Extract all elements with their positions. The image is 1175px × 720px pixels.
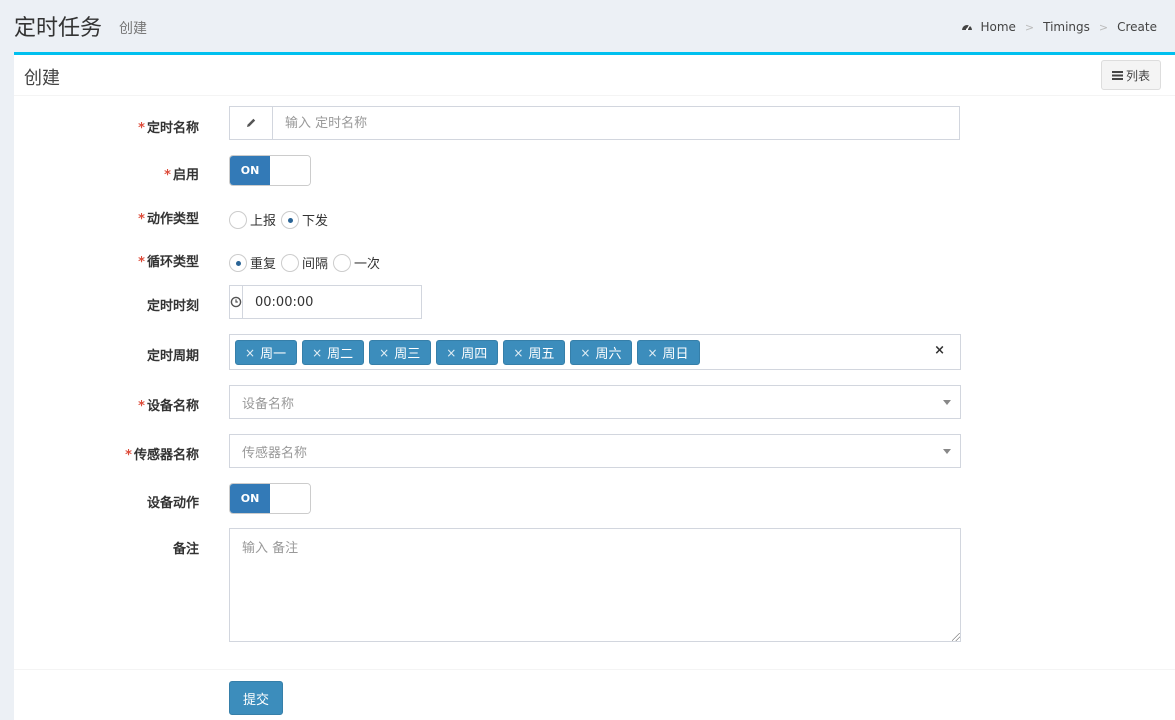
resize-grip-icon[interactable] — [952, 633, 960, 641]
sensor-select[interactable]: 传感器名称 — [229, 434, 961, 468]
tag-remove-icon[interactable]: × — [245, 346, 255, 360]
tag-thu: × 周四 — [436, 340, 499, 365]
device-select[interactable]: 设备名称 — [229, 385, 961, 419]
page-header: 定时任务 创建 Home > Timings > Create — [0, 0, 1175, 52]
enabled-label: * 启用 — [164, 168, 199, 183]
tag-remove-icon[interactable]: × — [580, 346, 590, 360]
form-footer: 提交 — [14, 669, 1175, 720]
breadcrumb-timings[interactable]: Timings — [1043, 20, 1090, 34]
box-title: 创建 — [24, 68, 60, 89]
radio-send[interactable]: 下发 — [281, 210, 328, 229]
action-type-label: * 动作类型 — [138, 212, 199, 227]
tag-remove-icon[interactable]: × — [647, 346, 657, 360]
radio-report[interactable]: 上报 — [229, 210, 276, 229]
time-label: 定时时刻 — [146, 299, 199, 314]
page-title: 定时任务 — [14, 16, 103, 41]
time-input-group — [229, 285, 437, 319]
page-subtitle: 创建 — [119, 21, 147, 37]
tag-sat: × 周六 — [570, 340, 633, 365]
name-label: * 定时名称 — [138, 121, 199, 136]
breadcrumb-create: Create — [1117, 20, 1157, 34]
period-label: 定时周期 — [146, 349, 199, 364]
dashboard-icon — [962, 24, 973, 31]
sensor-label: * 传感器名称 — [125, 448, 199, 463]
sensor-select-placeholder: 传感器名称 — [242, 445, 308, 461]
enabled-switch-on: ON — [230, 156, 270, 185]
caret-down-icon — [943, 449, 951, 454]
tag-remove-icon[interactable]: × — [513, 346, 523, 360]
submit-button[interactable]: 提交 — [229, 681, 283, 715]
loop-type-radios: 重复 间隔 一次 — [229, 253, 385, 272]
remark-textarea[interactable] — [229, 528, 961, 642]
breadcrumb-separator: > — [1098, 20, 1109, 34]
remark-label: 备注 — [172, 542, 199, 557]
period-tags: × 周一 × 周二 × 周三 × 周四 × 周五 × 周六 × 周日 — [235, 340, 705, 365]
breadcrumb-home[interactable]: Home — [980, 20, 1015, 34]
time-input[interactable] — [243, 286, 437, 318]
device-select-placeholder: 设备名称 — [242, 396, 295, 412]
list-button[interactable]: 列表 — [1101, 60, 1161, 90]
pencil-icon — [230, 107, 273, 139]
box-header: 创建 列表 — [14, 55, 1175, 96]
device-action-label: 设备动作 — [146, 496, 199, 511]
breadcrumb-separator: > — [1024, 20, 1035, 34]
tag-remove-icon[interactable]: × — [379, 346, 389, 360]
device-action-switch[interactable]: ON — [229, 483, 311, 514]
action-type-radios: 上报 下发 — [229, 210, 333, 229]
tag-remove-icon[interactable]: × — [312, 346, 322, 360]
list-icon — [1111, 70, 1123, 80]
caret-down-icon — [943, 400, 951, 405]
loop-type-label: * 循环类型 — [138, 255, 199, 270]
tag-mon: × 周一 — [235, 340, 298, 365]
name-input[interactable] — [273, 107, 959, 139]
radio-interval[interactable]: 间隔 — [281, 253, 328, 272]
radio-once[interactable]: 一次 — [333, 253, 380, 272]
enabled-switch[interactable]: ON — [229, 155, 311, 186]
tag-fri: × 周五 — [503, 340, 566, 365]
period-multiselect[interactable]: × 周一 × 周二 × 周三 × 周四 × 周五 × 周六 × 周日 × — [229, 334, 961, 370]
tag-wed: × 周三 — [369, 340, 432, 365]
tag-remove-icon[interactable]: × — [446, 346, 456, 360]
name-input-group — [229, 106, 960, 140]
clock-icon — [230, 286, 243, 318]
device-action-switch-on: ON — [230, 484, 270, 513]
breadcrumb: Home > Timings > Create — [961, 20, 1157, 34]
form-box: 创建 列表 *定时名称 *启用 ON *动作类型 上报 下发 *循环类型 — [14, 52, 1175, 720]
radio-repeat[interactable]: 重复 — [229, 253, 276, 272]
tag-tue: × 周二 — [302, 340, 365, 365]
clear-tags-icon[interactable]: × — [934, 343, 945, 358]
device-label: * 设备名称 — [138, 399, 199, 414]
tag-sun: × 周日 — [637, 340, 700, 365]
list-button-label: 列表 — [1125, 68, 1150, 83]
required-mark: * — [138, 121, 145, 136]
